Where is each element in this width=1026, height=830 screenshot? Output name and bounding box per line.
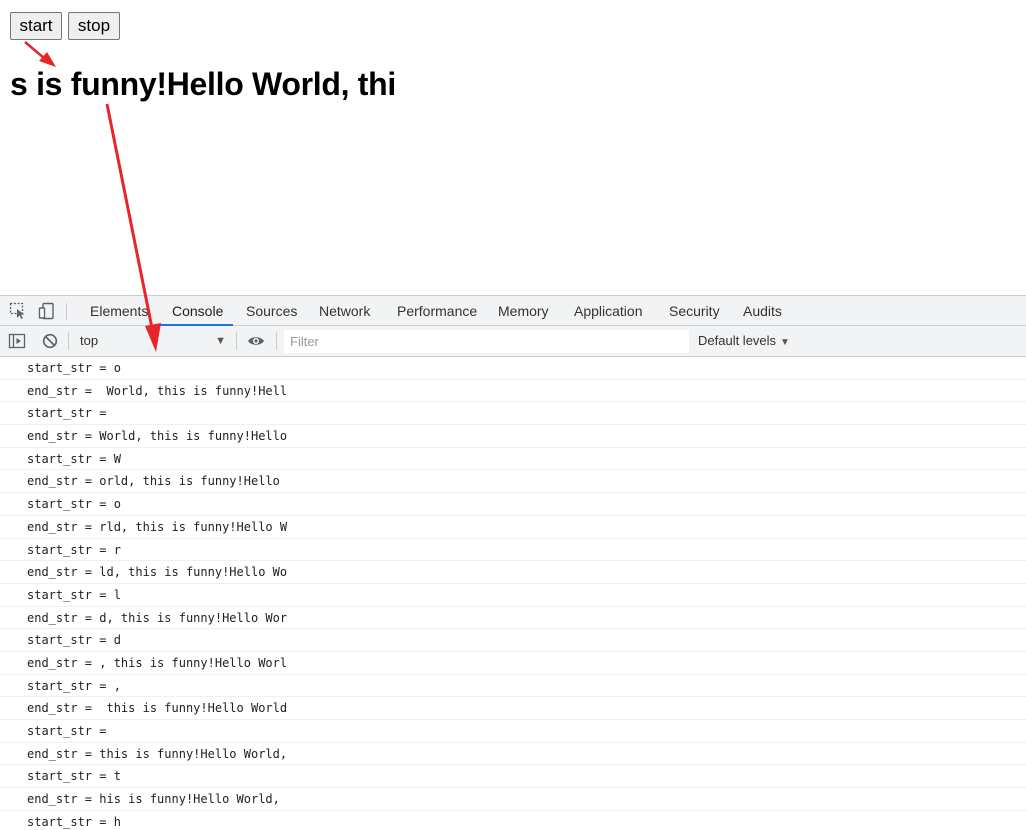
tab-console[interactable]: Console — [172, 296, 223, 326]
console-log-line: start_str = — [0, 402, 1026, 426]
devtools-tabbar: Elements Console Sources Network Perform… — [0, 295, 1026, 326]
console-log-line: end_str = ld, this is funny!Hello Wo — [0, 561, 1026, 584]
sidebar-toggle-icon[interactable] — [8, 332, 26, 350]
console-log-line: end_str = this is funny!Hello World, — [0, 743, 1026, 766]
annotation-arrow-short — [24, 41, 56, 67]
filter-input[interactable] — [284, 330, 689, 353]
tabbar-divider — [66, 303, 67, 320]
console-log-line: end_str = rld, this is funny!Hello W — [0, 516, 1026, 539]
tab-network[interactable]: Network — [319, 296, 370, 326]
start-button[interactable]: start — [10, 12, 62, 40]
console-log-line: start_str = r — [0, 539, 1026, 562]
dropdown-arrow-icon: ▼ — [780, 337, 790, 348]
tab-application[interactable]: Application — [574, 296, 643, 326]
console-log-line: start_str = l — [0, 584, 1026, 607]
context-selector-value: top — [80, 333, 99, 348]
tab-elements[interactable]: Elements — [90, 296, 148, 326]
tab-audits[interactable]: Audits — [743, 296, 782, 326]
console-log-line: end_str = , this is funny!Hello Worl — [0, 652, 1026, 675]
stop-button[interactable]: stop — [68, 12, 120, 40]
context-selector[interactable]: top ▼ — [70, 330, 230, 352]
tab-memory[interactable]: Memory — [498, 296, 549, 326]
tab-sources[interactable]: Sources — [246, 296, 297, 326]
tab-security[interactable]: Security — [669, 296, 720, 326]
console-log-line: start_str = t — [0, 765, 1026, 789]
console-toolbar: top ▼ Default levels▼ — [0, 326, 1026, 357]
console-log-line: start_str = o — [0, 357, 1026, 380]
device-toolbar-icon[interactable] — [38, 302, 56, 320]
console-log-line: end_str = orld, this is funny!Hello — [0, 470, 1026, 494]
marquee-text: s is funny!Hello World, thi — [10, 66, 396, 102]
inspect-element-icon[interactable] — [9, 302, 27, 320]
console-log-line: start_str = h — [0, 811, 1026, 830]
dropdown-arrow-icon: ▼ — [215, 335, 226, 347]
devtools-panel: Elements Console Sources Network Perform… — [0, 295, 1026, 830]
console-output: start_str = o end_str = World, this is fu… — [0, 357, 1026, 830]
console-log-line: end_str = World, this is funny!Hello — [0, 425, 1026, 448]
console-log-line: start_str = d — [0, 629, 1026, 652]
console-log-line: end_str = his is funny!Hello World, — [0, 788, 1026, 811]
console-log-line: start_str = o — [0, 493, 1026, 516]
toolbar-divider — [68, 332, 69, 350]
console-log-line: end_str = d, this is funny!Hello Wor — [0, 607, 1026, 630]
tab-performance[interactable]: Performance — [397, 296, 477, 326]
live-expression-eye-icon[interactable] — [247, 332, 265, 350]
console-log-line: start_str = W — [0, 448, 1026, 471]
console-log-line: end_str = this is funny!Hello World — [0, 697, 1026, 720]
console-log-line: end_str = World, this is funny!Hell — [0, 380, 1026, 403]
log-levels-label: Default levels — [698, 333, 777, 348]
console-log-line: start_str = , — [0, 675, 1026, 698]
console-log-line: start_str = — [0, 720, 1026, 743]
log-levels-dropdown[interactable]: Default levels ▼ — [698, 330, 790, 352]
toolbar-divider — [276, 332, 277, 350]
toolbar-divider — [236, 332, 237, 350]
clear-console-icon[interactable] — [41, 332, 59, 350]
